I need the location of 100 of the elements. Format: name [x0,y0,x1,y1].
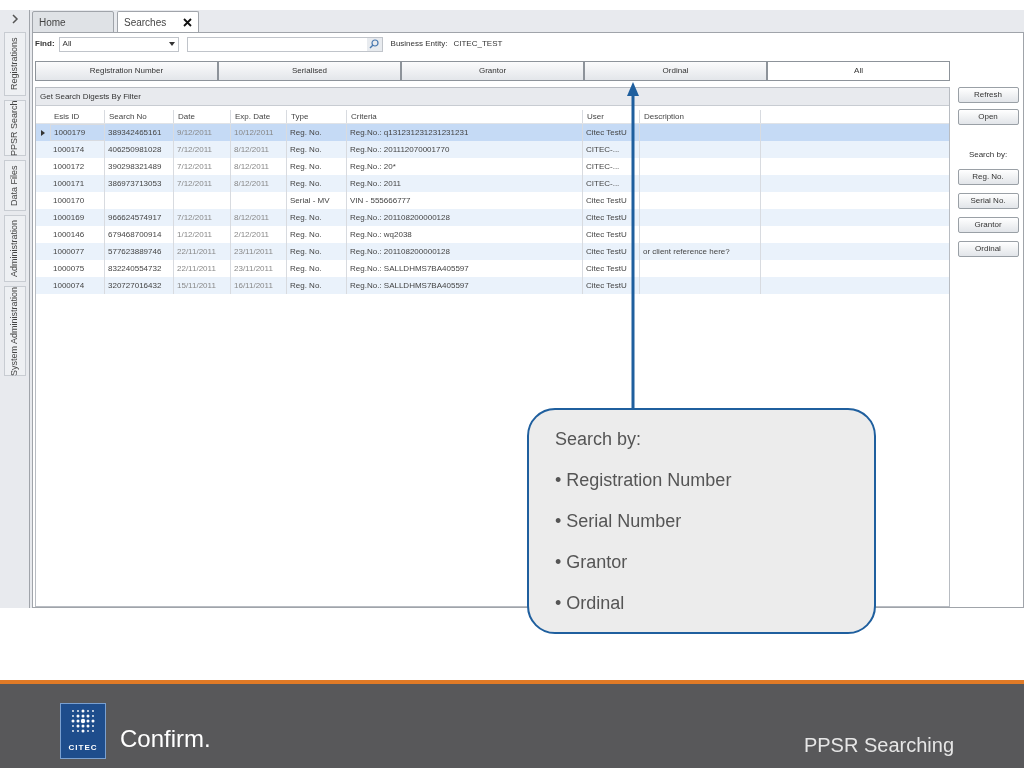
tab[interactable]: Home [32,11,114,33]
search-field[interactable] [186,36,383,52]
table-cell-text: Reg.No.: q131231231231231231 [349,126,470,139]
table-cell-text: 389342465161 [107,126,163,139]
filter-toggle[interactable]: Registration Number [35,61,218,81]
table-cell-text: Citec TestU [585,194,628,207]
find-label: Find: [35,38,55,50]
table-row[interactable]: 1000171 386973713053 7/12/2011 8/12/2011 Reg. No. Reg.No.: 2011 CITEC-... [36,175,949,192]
table-cell-text: Reg. No. [289,279,323,292]
table-cell-text: 8/12/2011 [233,211,270,224]
product-name: Confirm. [120,724,211,754]
table-cell-text: 22/11/2011 [176,245,217,258]
search-icon[interactable] [366,37,382,51]
table-cell-text: 320727016432 [107,279,163,292]
table-cell-text: 2/12/2011 [233,228,270,241]
table-cell-text: 1000169 [52,211,86,224]
dot-grid-icon [70,708,96,734]
close-icon[interactable] [183,17,192,27]
filter-toggle[interactable]: Serialised [218,61,401,81]
column-header[interactable]: Exp. Date [231,110,287,123]
table-cell-text: 390298321489 [107,160,163,173]
entity-value: CITEC_TEST [453,38,503,50]
column-header[interactable]: Search No [105,110,174,123]
table-cell-text: 966624574917 [107,211,163,224]
callout-title: Search by: [555,428,643,451]
table-cell-text: Reg.No.: wq2038 [349,228,413,241]
table-cell-text: Citec TestU [585,228,628,241]
table-cell-text: Reg.No.: 2011 [349,177,402,190]
tab[interactable]: Searches [117,11,199,33]
table-cell-text: 16/11/2011 [233,279,274,292]
table-cell-text: Reg.No.: SALLDHMS7BA405597 [349,279,470,292]
table-row[interactable]: 1000169 966624574917 7/12/2011 8/12/2011 Reg. No. Reg.No.: 201108200000128 Citec TestU [36,209,949,226]
table-cell-text: 1000075 [52,262,86,275]
search-by-button[interactable]: Ordinal [957,241,1019,257]
table-cell-text: 679468700914 [107,228,163,241]
table-cell-text: Reg. No. [289,160,323,173]
table-cell-text: Reg. No. [289,228,323,241]
table-cell-text: 9/12/2011 [176,126,213,139]
entity-label: Business Entity: [390,38,448,50]
search-by-label: Search by: [968,149,1008,161]
find-dropdown[interactable]: All [58,36,179,52]
table-cell-text: Citec TestU [585,126,628,139]
expand-chevron-icon[interactable] [10,14,19,24]
table-cell-text: VIN - 555666777 [349,194,412,207]
table-cell-text: Reg.No.: SALLDHMS7BA405597 [349,262,470,275]
table-row[interactable]: 1000077 577623889746 22/11/2011 23/11/2011 Reg. No. Reg.No.: 201108200000128 Citec TestU or client reference here? [36,243,949,260]
sidebar-tab[interactable]: Administration [3,215,26,282]
table-cell-text: Reg. No. [289,126,323,139]
table-cell-text: Reg.No.: 20* [349,160,397,173]
search-by-button[interactable]: Grantor [957,217,1019,233]
table-cell-text: 7/12/2011 [176,160,213,173]
column-header[interactable]: Esis ID [50,110,105,123]
table-cell-text: CITEC-... [585,177,621,190]
table-cell-text: Citec TestU [585,279,628,292]
table-cell-text: Citec TestU [585,262,628,275]
action-button[interactable]: Refresh [957,87,1019,103]
action-button[interactable]: Open [957,109,1019,125]
table-cell-text: 1000171 [52,177,86,190]
column-header[interactable]: User [583,110,640,123]
current-row-icon [41,129,45,136]
filter-toggle[interactable]: Grantor [401,61,584,81]
search-by-button[interactable]: Serial No. [957,193,1019,209]
column-header[interactable]: Type [287,110,347,123]
table-row[interactable]: 1000174 406250981028 7/12/2011 8/12/2011 Reg. No. Reg.No.: 201112070001770 CITEC-... [36,141,949,158]
search-by-button[interactable]: Reg. No. [957,169,1019,185]
filter-toggle[interactable]: All [767,61,950,81]
sidebar-tab[interactable]: Data Files [3,160,26,211]
brand-text: CITEC [68,742,98,754]
dropdown-caret-icon [168,42,175,46]
table-cell-text: 1000146 [52,228,86,241]
column-header[interactable]: Date [174,110,231,123]
column-header[interactable]: Criteria [347,110,583,123]
sidebar-tab[interactable]: System Administration [3,286,26,376]
table-row[interactable]: 1000074 320727016432 15/11/2011 16/11/2011 Reg. No. Reg.No.: SALLDHMS7BA405597 Citec TestU [36,277,949,294]
sidebar-tab[interactable]: PPSR Search [3,100,26,156]
table-cell-text: Reg. No. [289,211,323,224]
table-cell-text: Reg.No.: 201108200000128 [349,211,451,224]
table-cell-text: 8/12/2011 [233,160,270,173]
table-cell-text: 1/12/2011 [176,228,213,241]
table-cell-text: Reg. No. [289,262,323,275]
table-cell-text: 832240554732 [107,262,163,275]
table-cell-text: 577623889746 [107,245,163,258]
table-cell-text: CITEC-... [585,160,621,173]
callout-item: • Ordinal [555,592,626,615]
column-header[interactable]: Description [640,110,761,123]
table-row[interactable]: 1000179 389342465161 9/12/2011 10/12/2011 Reg. No. Reg.No.: q131231231231231231 Citec TestU [36,124,949,141]
table-cell-text: 8/12/2011 [233,143,270,156]
table-cell-text: 1000074 [52,279,86,292]
table-cell-text: Reg.No.: 201112070001770 [349,143,451,156]
table-cell-text: 7/12/2011 [176,177,213,190]
callout-item: • Grantor [555,551,629,574]
filter-toggle[interactable]: Ordinal [584,61,767,81]
table-cell-text: 23/11/2011 [233,245,274,258]
panel-header: Get Search Digests By Filter [36,88,949,106]
sidebar-tab[interactable]: Registrations [3,32,26,96]
table-cell-text: 386973713053 [107,177,163,190]
table-cell-text: 15/11/2011 [176,279,217,292]
callout-item: • Serial Number [555,510,683,533]
table-cell-text: 7/12/2011 [176,143,213,156]
table-cell-text: Serial - MV [289,194,331,207]
